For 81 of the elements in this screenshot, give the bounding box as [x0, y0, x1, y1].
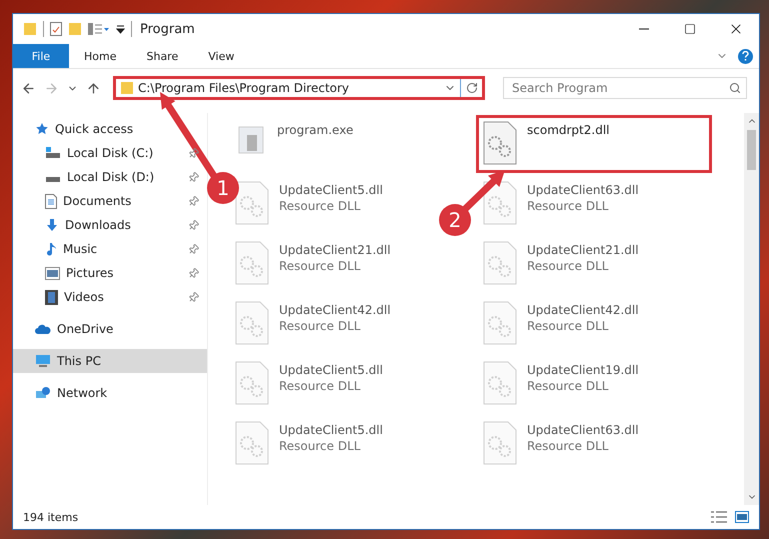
- gear-file-icon: [483, 241, 517, 285]
- folder-icon: [23, 22, 37, 36]
- ribbon-tab[interactable]: Home: [69, 44, 132, 68]
- star-icon: [35, 122, 49, 136]
- file-type: Resource DLL: [527, 259, 610, 273]
- refresh-icon: [466, 82, 478, 94]
- up-button[interactable]: [86, 80, 101, 96]
- sidebar-item[interactable]: Documents: [13, 189, 207, 213]
- file-name[interactable]: program.exe: [277, 123, 354, 137]
- file-type: Resource DLL: [527, 439, 610, 453]
- sidebar-item[interactable]: Local Disk (D:): [13, 165, 207, 189]
- large-icons-view-icon[interactable]: [735, 511, 749, 523]
- gear-file-icon: [235, 181, 269, 225]
- file-type: Resource DLL: [279, 379, 362, 393]
- file-name[interactable]: UpdateClient21.dll: [279, 243, 391, 257]
- details-view-icon[interactable]: [711, 511, 727, 523]
- address-bar[interactable]: C:\Program Files\Program Directory: [113, 76, 485, 100]
- sidebar-item[interactable]: OneDrive: [13, 317, 207, 341]
- search-field[interactable]: Search Program: [503, 77, 747, 99]
- cloud-icon: [35, 323, 51, 335]
- highlighted-file-item[interactable]: scomdrpt2.dll: [476, 115, 712, 173]
- minimize-icon: [639, 28, 649, 30]
- document-icon: [45, 194, 57, 208]
- scrollbar[interactable]: [744, 113, 759, 505]
- film-icon: [45, 290, 58, 304]
- file-name[interactable]: UpdateClient5.dll: [279, 423, 383, 437]
- file-type: Resource DLL: [279, 319, 362, 333]
- file-menu-button[interactable]: File: [13, 44, 69, 68]
- sidebar-item[interactable]: Local Disk (C:): [13, 141, 207, 165]
- file-name[interactable]: UpdateClient63.dll: [527, 183, 639, 197]
- gear-file-icon: [483, 301, 517, 345]
- download-icon: [45, 218, 59, 232]
- file-type: Resource DLL: [527, 379, 610, 393]
- ribbon-tab[interactable]: Share: [131, 44, 194, 68]
- window-title: Program: [140, 22, 195, 36]
- file-name[interactable]: UpdateClient5.dll: [279, 183, 383, 197]
- view-options-icon[interactable]: [88, 23, 110, 35]
- drive-icon: [45, 147, 61, 159]
- file-type: Resource DLL: [527, 199, 610, 213]
- folder-icon: [120, 81, 134, 95]
- properties-icon[interactable]: [50, 22, 62, 36]
- back-button[interactable]: [21, 80, 36, 96]
- sidebar-item[interactable]: Music: [13, 237, 207, 261]
- customize-toolbar-icon[interactable]: [116, 24, 125, 34]
- file-type: Resource DLL: [279, 439, 362, 453]
- network-icon: [35, 386, 51, 400]
- address-path: C:\Program Files\Program Directory: [138, 81, 350, 95]
- gear-file-icon: [483, 181, 517, 225]
- sidebar-item[interactable]: Videos: [13, 285, 207, 309]
- file-name[interactable]: UpdateClient42.dll: [279, 303, 391, 317]
- sidebar-item[interactable]: This PC: [13, 349, 207, 373]
- music-note-icon: [45, 242, 57, 256]
- sidebar-item[interactable]: Pictures: [13, 261, 207, 285]
- item-count: 194 items: [23, 510, 78, 524]
- gear-file-icon: [483, 361, 517, 405]
- picture-icon: [45, 266, 60, 280]
- file-type: Resource DLL: [279, 259, 362, 273]
- maximize-icon: [684, 23, 696, 35]
- file-type: Resource DLL: [279, 199, 362, 213]
- computer-icon: [35, 354, 51, 368]
- file-name[interactable]: UpdateClient19.dll: [527, 363, 639, 377]
- sidebar-item[interactable]: Network: [13, 381, 207, 405]
- gear-file-icon: [483, 421, 517, 465]
- ribbon-tab[interactable]: View: [193, 44, 250, 68]
- file-name[interactable]: UpdateClient5.dll: [279, 363, 383, 377]
- sidebar-item[interactable]: Downloads: [13, 213, 207, 237]
- gear-file-icon: [235, 301, 269, 345]
- gear-file-icon: [235, 241, 269, 285]
- gear-file-icon: [483, 121, 517, 165]
- file-name[interactable]: UpdateClient42.dll: [527, 303, 639, 317]
- file-name[interactable]: UpdateClient21.dll: [527, 243, 639, 257]
- scrollbar-thumb[interactable]: [747, 130, 756, 170]
- forward-arrow-icon: [44, 80, 59, 96]
- sidebar-item[interactable]: Quick access: [13, 117, 207, 141]
- help-icon[interactable]: [738, 48, 753, 64]
- file-type: Resource DLL: [527, 319, 610, 333]
- gear-file-icon: [235, 361, 269, 405]
- file-name[interactable]: UpdateClient63.dll: [527, 423, 639, 437]
- file-name[interactable]: scomdrpt2.dll: [527, 123, 610, 137]
- search-icon: [729, 82, 741, 94]
- gear-file-icon: [235, 421, 269, 465]
